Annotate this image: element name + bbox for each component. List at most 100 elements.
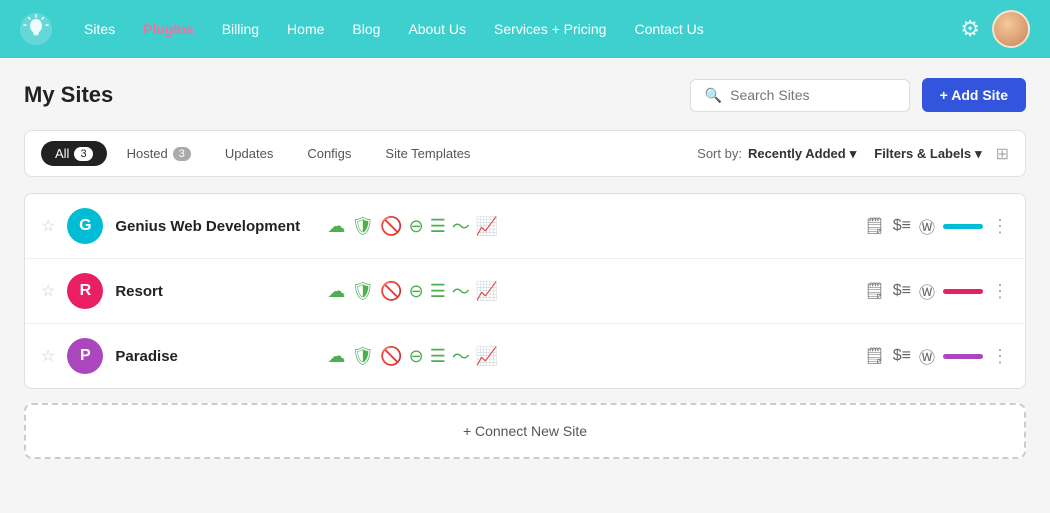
more-button-1[interactable]: ⋮ (991, 281, 1009, 302)
layers-icon-0: ⊖ (409, 216, 424, 237)
avatar[interactable] (992, 10, 1030, 48)
ban-icon-0: 🚫 (380, 216, 402, 237)
pages-icon-0[interactable]: 🗒 (864, 216, 884, 236)
sort-value: Recently Added (748, 146, 846, 161)
star-button-2[interactable]: ☆ (41, 346, 55, 366)
bars-icon-1: ☰ (430, 281, 446, 302)
ban-icon-2: 🚫 (380, 346, 402, 367)
site-name-1[interactable]: Resort (115, 283, 315, 300)
color-bar-1 (943, 289, 983, 294)
activity-icon-1: 〜 (452, 278, 470, 304)
more-button-2[interactable]: ⋮ (991, 346, 1009, 367)
chart-icon-2: 📈 (476, 346, 498, 367)
filter-templates[interactable]: Site Templates (371, 141, 484, 166)
nav-blog[interactable]: Blog (340, 15, 392, 43)
site-avatar-0: G (67, 208, 103, 244)
filter-updates[interactable]: Updates (211, 141, 287, 166)
filter-labels-text: Filters & Labels (874, 146, 971, 161)
filter-hosted-label: Hosted (127, 146, 168, 161)
site-row: ☆ R Resort ☁ 🛡 🚫 ⊖ ☰ 〜 📈 🗒 $≡ Ⓦ ⋮ (25, 259, 1025, 324)
color-bar-2 (943, 354, 983, 359)
top-nav: Sites Plugins Billing Home Blog About Us… (0, 0, 1050, 58)
nav-plugins[interactable]: Plugins (131, 15, 206, 43)
billing-icon-2[interactable]: $≡ (893, 347, 911, 365)
filter-configs[interactable]: Configs (293, 141, 365, 166)
filter-hosted[interactable]: Hosted 3 (113, 141, 205, 166)
cloud-icon-1: ☁ (327, 281, 345, 302)
main-content: My Sites 🔍 + Add Site All 3 Hosted 3 Upd… (0, 58, 1050, 513)
nav-contact[interactable]: Contact Us (622, 15, 715, 43)
site-initial-1: R (80, 282, 92, 300)
site-icons-2: ☁ 🛡 🚫 ⊖ ☰ 〜 📈 (327, 343, 852, 369)
activity-icon-2: 〜 (452, 343, 470, 369)
shield-icon-1: 🛡 (351, 281, 374, 302)
settings-button[interactable]: ⚙ (960, 16, 980, 42)
star-button-0[interactable]: ☆ (41, 216, 55, 236)
filter-labels-button[interactable]: Filters & Labels ▾ (874, 146, 981, 162)
pages-icon-2[interactable]: 🗒 (864, 346, 884, 366)
sort-select[interactable]: Recently Added ▾ (748, 146, 856, 162)
nav-home[interactable]: Home (275, 15, 336, 43)
header-right: 🔍 + Add Site (690, 78, 1026, 112)
filter-all-count: 3 (74, 147, 92, 161)
chart-icon-0: 📈 (476, 216, 498, 237)
bars-icon-0: ☰ (430, 216, 446, 237)
filter-hosted-count: 3 (173, 147, 191, 161)
color-bar-0 (943, 224, 983, 229)
nav-right: ⚙ (960, 10, 1030, 48)
wp-icon-1[interactable]: Ⓦ (919, 279, 935, 303)
nav-sites[interactable]: Sites (72, 15, 127, 43)
site-avatar-1: R (67, 273, 103, 309)
billing-icon-0[interactable]: $≡ (893, 217, 911, 235)
site-icons-0: ☁ 🛡 🚫 ⊖ ☰ 〜 📈 (327, 213, 852, 239)
site-avatar-2: P (67, 338, 103, 374)
shield-icon-0: 🛡 (351, 216, 374, 237)
page-header: My Sites 🔍 + Add Site (24, 78, 1026, 112)
filter-all-label: All (55, 146, 69, 161)
pages-icon-1[interactable]: 🗒 (864, 281, 884, 301)
ban-icon-1: 🚫 (380, 281, 402, 302)
wp-icon-0[interactable]: Ⓦ (919, 214, 935, 238)
site-initial-0: G (79, 217, 91, 235)
nav-links: Sites Plugins Billing Home Blog About Us… (72, 15, 960, 43)
wp-icon-2[interactable]: Ⓦ (919, 344, 935, 368)
site-icons-1: ☁ 🛡 🚫 ⊖ ☰ 〜 📈 (327, 278, 852, 304)
site-actions-1: 🗒 $≡ Ⓦ ⋮ (864, 279, 1009, 303)
grid-view-button[interactable]: ⊞ (996, 144, 1009, 164)
add-site-button[interactable]: + Add Site (922, 78, 1026, 112)
shield-icon-2: 🛡 (351, 346, 374, 367)
billing-icon-1[interactable]: $≡ (893, 282, 911, 300)
site-actions-2: 🗒 $≡ Ⓦ ⋮ (864, 344, 1009, 368)
nav-services[interactable]: Services + Pricing (482, 15, 618, 43)
nav-about[interactable]: About Us (396, 15, 478, 43)
filter-bar: All 3 Hosted 3 Updates Configs Site Temp… (24, 130, 1026, 177)
layers-icon-1: ⊖ (409, 281, 424, 302)
cloud-icon-2: ☁ (327, 346, 345, 367)
search-icon: 🔍 (705, 87, 722, 104)
avatar-image (994, 12, 1028, 46)
nav-billing[interactable]: Billing (210, 15, 271, 43)
more-button-0[interactable]: ⋮ (991, 216, 1009, 237)
site-row: ☆ G Genius Web Development ☁ 🛡 🚫 ⊖ ☰ 〜 📈… (25, 194, 1025, 259)
site-initial-2: P (80, 347, 91, 365)
layers-icon-2: ⊖ (409, 346, 424, 367)
sites-list: ☆ G Genius Web Development ☁ 🛡 🚫 ⊖ ☰ 〜 📈… (24, 193, 1026, 389)
nav-logo[interactable] (20, 13, 52, 45)
chart-icon-1: 📈 (476, 281, 498, 302)
connect-site-button[interactable]: + Connect New Site (24, 403, 1026, 459)
chevron-down-icon: ▾ (850, 146, 857, 162)
site-row: ☆ P Paradise ☁ 🛡 🚫 ⊖ ☰ 〜 📈 🗒 $≡ Ⓦ ⋮ (25, 324, 1025, 388)
site-name-0[interactable]: Genius Web Development (115, 218, 315, 235)
page-title: My Sites (24, 82, 113, 108)
star-button-1[interactable]: ☆ (41, 281, 55, 301)
site-actions-0: 🗒 $≡ Ⓦ ⋮ (864, 214, 1009, 238)
search-box[interactable]: 🔍 (690, 79, 910, 112)
bars-icon-2: ☰ (430, 346, 446, 367)
site-name-2[interactable]: Paradise (115, 348, 315, 365)
sort-label: Sort by: (697, 146, 742, 161)
search-input[interactable] (730, 87, 895, 103)
filter-chevron-icon: ▾ (975, 146, 982, 162)
cloud-icon-0: ☁ (327, 216, 345, 237)
filter-all[interactable]: All 3 (41, 141, 107, 166)
activity-icon-0: 〜 (452, 213, 470, 239)
